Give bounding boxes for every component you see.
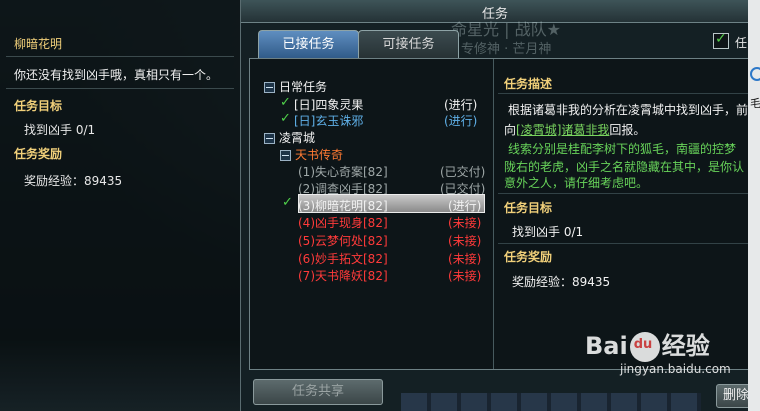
quest-item-city-4[interactable]: (4)凶手现身[82] (未接) [298,214,488,231]
subcategory-tianshu[interactable]: 天书传奇 [280,146,343,163]
category-daily[interactable]: 日常任务 [264,78,327,95]
tracker-divider [6,88,234,89]
collapse-icon[interactable] [264,82,275,93]
description-line-with-link: 向[凌霄城]诸葛非我回报。 [504,121,645,138]
tab-available-quests[interactable]: 可接任务 [358,30,459,59]
quest-item-city-5[interactable]: (5)云梦何处[82] (未接) [298,232,488,249]
tab-accepted-quests[interactable]: 已接任务 [258,30,359,59]
quest-item-status: (未接) [448,269,482,283]
quest-item-status: (已交付) [440,165,486,179]
reward-text: 奖励经验：89435 [512,275,611,289]
category-label: 日常任务 [279,80,328,94]
quest-item-status: (未接) [448,216,482,230]
paw-icon [629,332,660,362]
watermark-logo: Bai 经验 [585,326,710,362]
tracker-quest-name: 柳暗花明 [14,37,63,51]
collapse-icon[interactable] [264,133,275,144]
scene-nameplate: 命星光 | 战队★ [451,20,561,39]
npc-link[interactable]: [凌霄城]诸葛非我 [516,123,609,137]
objective-text: 找到凶手 0/1 [512,225,584,239]
edge-text: 毛 [750,97,760,110]
filter-label: 任 [735,36,748,50]
tracker-reward-header: 任务奖励 [14,147,63,161]
description-line: 根据诸葛非我的分析在凌霄城中找到凶手，前 [508,103,749,117]
watermark-text: 经验 [661,332,710,360]
tracker-objective-header: 任务目标 [14,99,63,113]
watermark-url: jingyan.baidu.com [620,362,731,376]
description-line: 意外之人，请仔细考虑吧。 [504,176,649,190]
description-text: 回报。 [609,123,646,137]
check-icon: ✓ [282,195,293,210]
category-city[interactable]: 凌霄城 [264,129,315,146]
hotbar-strip [401,393,701,411]
check-icon: ✓ [280,111,291,126]
quest-item-name: [日]四象灵果 [294,98,364,112]
description-text: 向 [504,123,517,137]
quest-item-name: (1)失心奇案[82] [298,165,388,179]
quest-list: 日常任务 ✓ [日]四象灵果 (进行) ✓ [日]玄玉诛邪 (进行) 凌霄城 天… [250,59,494,369]
tracker-divider [6,56,234,57]
detail-divider [498,193,750,194]
quest-item-status: (进行) [448,199,482,213]
quest-item-daily-1[interactable]: [日]四象灵果 (进行) [294,96,484,113]
quest-tracker-panel: 柳暗花明 你还没有找到凶手哦，真相只有一个。 任务目标 找到凶手 0/1 任务奖… [0,0,241,411]
quest-item-name: (3)柳暗花明[82] [298,199,388,213]
quest-item-city-7[interactable]: (7)天书降妖[82] (未接) [298,267,488,284]
quest-item-name: (7)天书降妖[82] [298,269,388,283]
detail-divider [498,243,750,244]
quest-item-status: (进行) [444,114,478,128]
collapse-icon[interactable] [280,150,291,161]
category-label: 凌霄城 [279,131,316,145]
filter-checkbox[interactable]: ✓ [713,31,729,49]
description-line: 陇右的老虎，凶手之名就隐藏在其中，是你认 [504,160,745,174]
quest-item-name: [日]玄玉诛邪 [294,114,364,128]
quest-item-name: (4)凶手现身[82] [298,216,388,230]
objective-header: 任务目标 [504,201,553,215]
quest-detail-pane: 任务描述 根据诸葛非我的分析在凌霄城中找到凶手，前 向[凌霄城]诸葛非我回报。 … [494,59,750,369]
watermark-text: Bai [585,332,628,360]
description-line: 线索分别是桂配李树下的狐毛，南疆的控梦 [508,142,737,156]
globe-icon [750,67,760,81]
quest-content-frame: 日常任务 ✓ [日]四象灵果 (进行) ✓ [日]玄玉诛邪 (进行) 凌霄城 天… [249,58,751,370]
share-quest-button[interactable]: 任务共享 [253,379,383,405]
detail-divider [498,93,750,94]
tracker-objective: 找到凶手 0/1 [24,123,96,137]
quest-item-name: (5)云梦何处[82] [298,234,388,248]
quest-item-name: (6)妙手拓文[82] [298,252,388,266]
quest-item-status: (未接) [448,234,482,248]
quest-item-city-3-selected[interactable]: (3)柳暗花明[82] (进行) [298,197,488,214]
check-icon: ✓ [715,31,727,47]
description-header: 任务描述 [504,77,553,91]
check-icon: ✓ [280,95,291,110]
tracker-dialog-text: 你还没有找到凶手哦，真相只有一个。 [14,68,219,82]
quest-item-daily-2[interactable]: [日]玄玉诛邪 (进行) [294,112,484,129]
quest-item-city-1[interactable]: (1)失心奇案[82] (已交付) [298,163,488,180]
subcategory-label: 天书传奇 [295,148,344,162]
adjacent-window-edge: 毛 [748,0,760,411]
chat-area-blurred [0,340,240,411]
reward-header: 任务奖励 [504,250,553,264]
quest-item-status: (未接) [448,252,482,266]
scene-nameplate: 专修神 · 芒月神 [461,42,552,57]
tracker-reward: 奖励经验：89435 [24,174,123,188]
quest-item-status: (进行) [444,98,478,112]
quest-item-city-6[interactable]: (6)妙手拓文[82] (未接) [298,250,488,267]
